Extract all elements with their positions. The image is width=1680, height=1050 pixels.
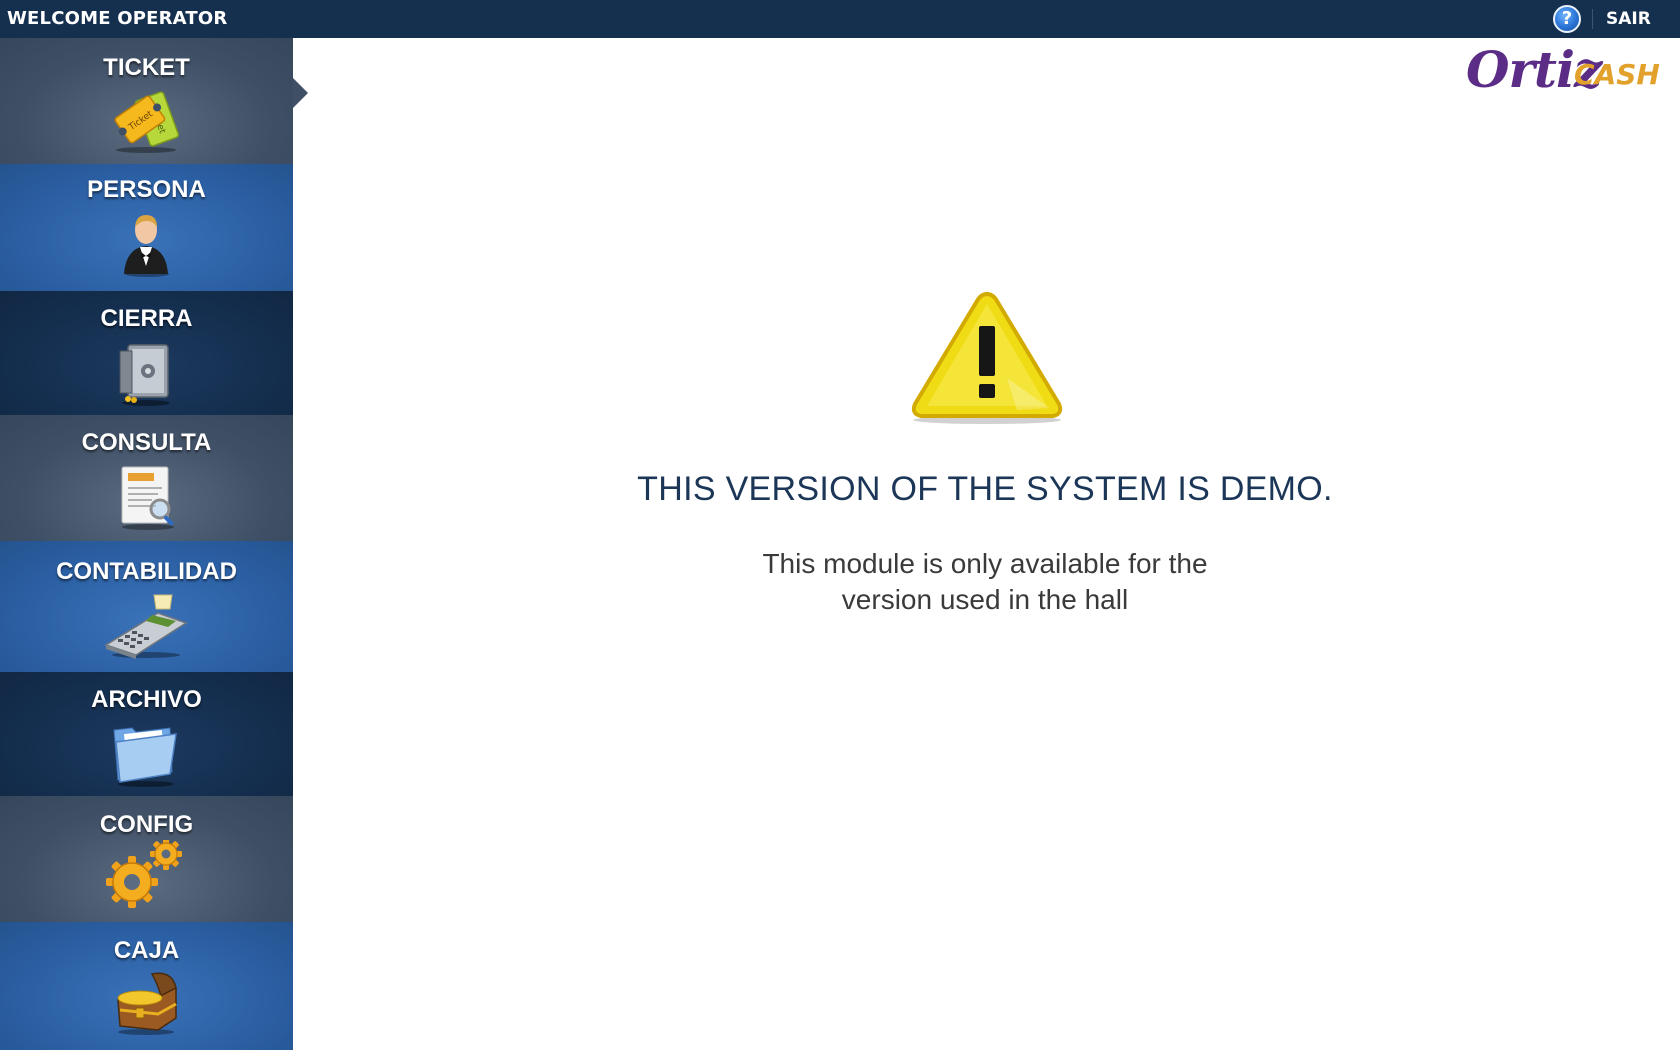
welcome-text: WELCOME OPERATOR: [7, 8, 228, 29]
sidebar-item-contabilidad[interactable]: CONTABILIDAD: [0, 541, 293, 672]
demo-version-message: This module is only available for the ve…: [660, 546, 1310, 618]
cash-register-icon: [104, 594, 188, 659]
sidebar-item-label: CAJA: [113, 937, 180, 964]
sidebar-item-label: TICKET: [103, 54, 190, 81]
person-icon: [124, 215, 169, 277]
sidebar-item-label: CONTABILIDAD: [56, 558, 237, 585]
sidebar-item-label: CONFIG: [99, 811, 194, 838]
top-bar: WELCOME OPERATOR ? SAIR: [0, 0, 1680, 38]
warning-icon: [911, 291, 1063, 424]
sidebar-item-config[interactable]: CONFIG: [0, 796, 293, 922]
document-search-icon: [121, 466, 174, 530]
sidebar-item-cierra[interactable]: CIERRA: [0, 291, 293, 415]
message-line: This module is only available for the: [762, 548, 1208, 579]
sidebar-item-caja[interactable]: CAJA: [0, 922, 293, 1050]
sidebar-nav: TICKET Ticket Ticket PERSONA: [0, 38, 308, 1050]
sidebar-item-ticket[interactable]: TICKET Ticket Ticket: [0, 38, 308, 164]
sidebar-item-label: PERSONA: [87, 176, 206, 203]
active-indicator-arrow: [293, 78, 308, 108]
ticket-icon: Ticket Ticket: [114, 91, 180, 153]
folder-icon: [113, 727, 177, 787]
logo-text-cash: CASH: [1574, 58, 1660, 91]
safe-icon: [119, 344, 170, 406]
sidebar-item-label: ARCHIVO: [91, 686, 202, 713]
help-icon[interactable]: ?: [1553, 5, 1581, 33]
logout-button[interactable]: SAIR: [1606, 0, 1651, 38]
ortizcash-logo: Ortiz CASH: [1462, 40, 1662, 102]
sidebar-item-label: CONSULTA: [81, 429, 212, 456]
topbar-divider: [1592, 9, 1593, 29]
treasure-chest-icon: [117, 972, 177, 1035]
sidebar-item-consulta[interactable]: CONSULTA: [0, 415, 293, 541]
message-line: version used in the hall: [841, 584, 1129, 615]
demo-version-title: THIS VERSION OF THE SYSTEM IS DEMO.: [637, 470, 1333, 508]
sidebar-item-label: CIERRA: [100, 305, 193, 332]
sidebar-item-persona[interactable]: PERSONA: [0, 164, 293, 291]
gears-icon: [106, 840, 182, 908]
sidebar-item-archivo[interactable]: ARCHIVO: [0, 672, 293, 796]
